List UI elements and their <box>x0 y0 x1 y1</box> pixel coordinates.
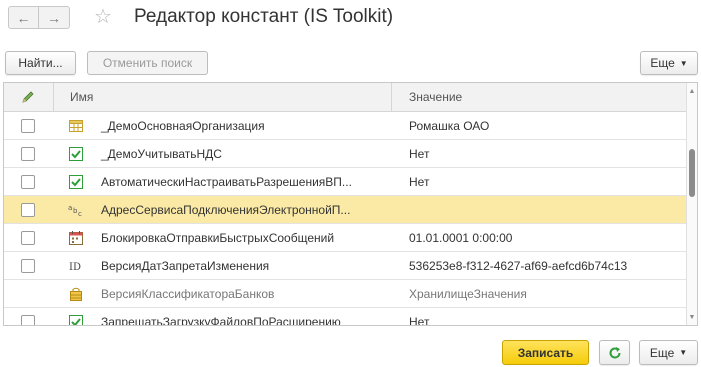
find-button[interactable]: Найти... <box>5 51 76 75</box>
arrow-right-icon: → <box>47 9 61 26</box>
constant-value: Нет <box>409 147 430 161</box>
footer-more-label: Еще <box>649 345 675 360</box>
row-checkbox[interactable] <box>21 259 35 273</box>
navigation-buttons: ← → <box>8 6 70 29</box>
string-type-icon: a b c <box>68 204 82 218</box>
vertical-scrollbar[interactable]: ▲ ▼ <box>686 83 697 325</box>
footer-more-button[interactable]: Еще ▼ <box>639 340 698 365</box>
constant-value: Ромашка ОАО <box>409 119 490 133</box>
constant-value: 01.01.0001 0:00:00 <box>409 231 513 245</box>
constant-name: АдресСервисаПодключенияЭлектроннойП... <box>101 203 351 217</box>
table-icon <box>69 120 83 132</box>
constant-name: ВерсияДатЗапретаИзменения <box>101 259 270 273</box>
table-header: Имя Значение <box>4 83 688 112</box>
column-separator <box>53 83 54 112</box>
chevron-down-icon: ▼ <box>679 58 688 68</box>
id-icon: ID <box>69 262 81 273</box>
constant-name: _ДемоУчитыватьНДС <box>101 147 222 161</box>
table-row[interactable]: _ДемоУчитыватьНДС Нет <box>4 140 688 168</box>
row-checkbox[interactable] <box>21 203 35 217</box>
constant-value: Нет <box>409 315 430 326</box>
constant-value: ХранилищеЗначения <box>409 287 527 301</box>
scrollbar-thumb[interactable] <box>689 149 695 197</box>
storage-icon <box>70 287 82 301</box>
cancel-search-label: Отменить поиск <box>102 56 193 70</box>
table-row-selected[interactable]: a b c АдресСервисаПодключенияЭлектронной… <box>4 196 688 224</box>
svg-text:c: c <box>78 210 82 218</box>
constant-value: 536253e8-f312-4627-af69-aefcd6b74c13 <box>409 259 628 273</box>
back-button[interactable]: ← <box>8 6 39 29</box>
checkbox-checked-icon <box>69 175 83 189</box>
row-checkbox[interactable] <box>21 231 35 245</box>
table-row[interactable]: ЗапрещатьЗагрузкуФайловПоРасширению Нет <box>4 308 688 326</box>
calendar-icon <box>69 231 83 245</box>
save-button-label: Записать <box>517 345 574 360</box>
scroll-down-icon[interactable]: ▼ <box>687 311 697 323</box>
save-button[interactable]: Записать <box>502 340 589 365</box>
chevron-down-icon: ▼ <box>679 348 688 357</box>
row-checkbox[interactable] <box>21 175 35 189</box>
cancel-search-button[interactable]: Отменить поиск <box>87 51 208 75</box>
row-checkbox[interactable] <box>21 147 35 161</box>
column-header-value[interactable]: Значение <box>409 90 462 104</box>
more-menu-button[interactable]: Еще ▼ <box>640 51 698 75</box>
table-row[interactable]: АвтоматическиНастраиватьРазрешенияВП... … <box>4 168 688 196</box>
column-separator <box>391 83 392 112</box>
table-body: _ДемоОсновнаяОрганизация Ромашка ОАО _Де… <box>4 112 688 326</box>
arrow-left-icon: ← <box>16 9 31 26</box>
checkbox-checked-icon <box>69 147 83 161</box>
table-row[interactable]: ВерсияКлассификатораБанков ХранилищеЗнач… <box>4 280 688 308</box>
constant-name: БлокировкаОтправкиБыстрыхСообщений <box>101 231 335 245</box>
constant-name: ВерсияКлассификатораБанков <box>101 287 275 301</box>
row-checkbox[interactable] <box>21 315 35 325</box>
svg-text:ID: ID <box>69 262 81 273</box>
refresh-button[interactable] <box>599 340 630 365</box>
window-title: Редактор констант (IS Toolkit) <box>134 6 394 27</box>
more-menu-label: Еще <box>650 56 675 70</box>
constant-name: _ДемоОсновнаяОрганизация <box>101 119 265 133</box>
scroll-up-icon[interactable]: ▲ <box>687 85 697 97</box>
constant-name: АвтоматическиНастраиватьРазрешенияВП... <box>101 175 352 189</box>
forward-button[interactable]: → <box>39 6 70 29</box>
refresh-icon <box>609 346 620 358</box>
svg-text:a: a <box>68 204 72 212</box>
checkbox-checked-icon <box>69 315 83 325</box>
pencil-icon[interactable] <box>21 90 35 104</box>
constant-name: ЗапрещатьЗагрузкуФайловПоРасширению <box>101 315 341 326</box>
table-row[interactable]: БлокировкаОтправкиБыстрыхСообщений 01.01… <box>4 224 688 252</box>
constant-value: Нет <box>409 175 430 189</box>
column-header-name[interactable]: Имя <box>70 90 93 104</box>
table-row[interactable]: _ДемоОсновнаяОрганизация Ромашка ОАО <box>4 112 688 140</box>
find-button-label: Найти... <box>18 56 63 70</box>
table-row[interactable]: ID ВерсияДатЗапретаИзменения 536253e8-f3… <box>4 252 688 280</box>
row-checkbox[interactable] <box>21 119 35 133</box>
favorite-star-icon[interactable]: ☆ <box>94 4 112 29</box>
constants-table: Имя Значение _ДемоОсновнаяОрганизация Ро… <box>3 82 698 326</box>
